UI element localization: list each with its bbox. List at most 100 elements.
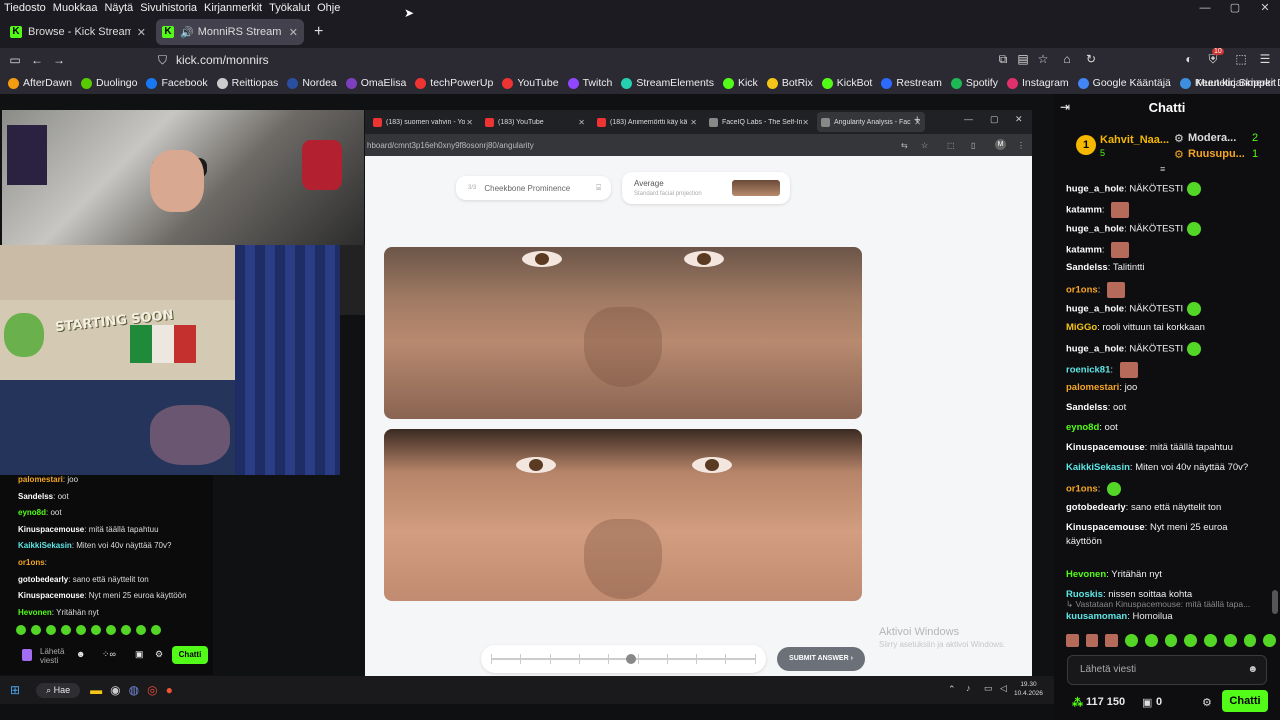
- emote-icon[interactable]: [46, 625, 56, 635]
- emoji-icon[interactable]: ☻: [1247, 656, 1258, 684]
- leader-name[interactable]: Kahvit_Naa...: [1100, 134, 1169, 146]
- bookmark-instagram[interactable]: Instagram: [1006, 77, 1069, 89]
- close-window-button[interactable]: ✕: [1250, 0, 1280, 16]
- inner-new-tab-button[interactable]: +: [914, 114, 920, 126]
- menu-item[interactable]: Sivuhistoria: [140, 2, 197, 14]
- emote-icon[interactable]: [16, 625, 26, 635]
- chat-username[interactable]: roenick81: [1066, 365, 1110, 376]
- inner-close-button[interactable]: ✕: [1015, 114, 1023, 125]
- menu-icon[interactable]: ☰: [1254, 52, 1276, 66]
- steam-icon[interactable]: ◉: [110, 683, 120, 697]
- tab-monnirs-stream[interactable]: K 🔊 MonniRS Stream - Watch Li ✕: [156, 19, 304, 45]
- chat-username[interactable]: katamm: [1066, 205, 1102, 216]
- star-bookmark-icon[interactable]: ☆: [1032, 52, 1054, 66]
- send-chat-button[interactable]: Chatti: [1222, 690, 1268, 712]
- firefox-icon[interactable]: ●: [166, 683, 173, 697]
- chat-username[interactable]: Sandelss: [1066, 402, 1108, 413]
- bookmark-streamelements[interactable]: StreamElements: [621, 77, 714, 89]
- overlay-send-button[interactable]: Chatti: [172, 646, 208, 664]
- back-button[interactable]: ←: [26, 53, 48, 67]
- chat-settings-icon[interactable]: ⚙: [1202, 696, 1212, 709]
- bookmark-youtube[interactable]: YouTube: [502, 77, 559, 89]
- inner-star-icon[interactable]: ☆: [921, 141, 928, 150]
- expand-leaderboard-icon[interactable]: ≡: [1160, 164, 1165, 174]
- menu-item[interactable]: Näytä: [104, 2, 133, 14]
- discord-icon[interactable]: ◍: [129, 683, 139, 697]
- gift-icon[interactable]: ▣: [1142, 696, 1152, 709]
- tray-chevron-icon[interactable]: ⌃: [948, 684, 956, 695]
- bookmark-duolingo[interactable]: Duolingo: [81, 77, 137, 89]
- windows-start-icon[interactable]: ⊞: [10, 683, 20, 697]
- inner-tab[interactable]: (183) YouTube ✕: [481, 112, 589, 132]
- chat-username[interactable]: kuusamoman: [1066, 611, 1127, 622]
- chat-username[interactable]: eyno8d: [1066, 422, 1099, 433]
- bookmark-afterdawn[interactable]: AfterDawn: [8, 77, 72, 89]
- tray-volume-icon[interactable]: ◁: [1000, 683, 1007, 694]
- bookmark-omaelisa[interactable]: OmaElisa: [345, 77, 406, 89]
- chat-username[interactable]: gotobedearly: [1066, 502, 1126, 513]
- book-icon[interactable]: ⌸: [596, 183, 601, 193]
- tray-network-icon[interactable]: ▭: [984, 683, 993, 694]
- points-icon[interactable]: ⁘∞: [102, 649, 116, 660]
- close-tab-icon[interactable]: ✕: [578, 118, 585, 127]
- emote-picker-icon[interactable]: [1204, 634, 1217, 647]
- emote-icon[interactable]: [136, 625, 146, 635]
- inner-tab[interactable]: Angularity Analysis - Fac ✕: [817, 112, 925, 132]
- translate-icon[interactable]: ⇆: [901, 141, 908, 150]
- answer-slider[interactable]: [481, 645, 766, 673]
- close-tab-icon[interactable]: ✕: [137, 26, 146, 39]
- reload-icon[interactable]: ↻: [1080, 52, 1102, 66]
- bookmark-spotify[interactable]: Spotify: [950, 77, 998, 89]
- chat-username[interactable]: huge_a_hole: [1066, 344, 1124, 355]
- address-bar[interactable]: ⛉ kick.com/monnirs: [152, 51, 1052, 69]
- extension-icon[interactable]: ◐: [1178, 52, 1200, 66]
- emote-picker-icon[interactable]: [1085, 634, 1099, 647]
- bookmark-kick[interactable]: Kick: [722, 77, 758, 89]
- inner-tab[interactable]: (183) suomen vahvin - Yo ✕: [369, 112, 477, 132]
- emote-picker-icon[interactable]: [1243, 634, 1257, 647]
- inner-sidepanel-icon[interactable]: ▯: [971, 141, 975, 150]
- chat-username[interactable]: katamm: [1066, 245, 1102, 256]
- points-value[interactable]: 117 150: [1086, 696, 1125, 708]
- inner-minimize-button[interactable]: —: [964, 114, 973, 124]
- extensions-puzzle-icon[interactable]: ⬚: [1230, 52, 1252, 66]
- bookmark-twitch[interactable]: Twitch: [567, 77, 612, 89]
- chat-username[interactable]: huge_a_hole: [1066, 224, 1124, 235]
- emote-picker-icon[interactable]: [1105, 634, 1119, 647]
- menu-item[interactable]: Työkalut: [269, 2, 310, 14]
- mic-icon[interactable]: [22, 649, 32, 661]
- close-tab-icon[interactable]: ✕: [466, 118, 473, 127]
- bookmark-google-k-nt-j-[interactable]: Google Kääntäjä: [1077, 77, 1171, 89]
- inner-extension-icon[interactable]: ⬚: [947, 141, 955, 150]
- settings-icon[interactable]: ⚙: [155, 649, 163, 660]
- emote-picker-icon[interactable]: [1184, 634, 1198, 647]
- menu-item[interactable]: Muokkaa: [53, 2, 98, 14]
- bookmark-nordea[interactable]: Nordea: [287, 77, 337, 89]
- sidebar-toggle-icon[interactable]: ▭: [4, 53, 26, 67]
- inner-tab[interactable]: (183) Animemörtti käy kä ✕: [593, 112, 701, 132]
- menu-item[interactable]: Ohje: [317, 2, 340, 14]
- leader-name[interactable]: Modera...: [1188, 132, 1236, 144]
- emote-icon[interactable]: [121, 625, 131, 635]
- new-tab-button[interactable]: +: [314, 23, 323, 41]
- emote-picker-icon[interactable]: [1144, 634, 1158, 647]
- emote-picker-icon[interactable]: [1263, 634, 1277, 647]
- chat-username[interactable]: or1ons: [1066, 285, 1098, 296]
- close-tab-icon[interactable]: ✕: [802, 118, 809, 127]
- overlay-chat-input[interactable]: Lähetä viesti: [40, 647, 70, 665]
- emote-picker-icon[interactable]: [1066, 634, 1079, 647]
- home-icon[interactable]: ⌂: [1056, 52, 1078, 66]
- reader-icon[interactable]: ▤: [1012, 52, 1034, 66]
- chat-username[interactable]: or1ons: [1066, 484, 1098, 495]
- chat-username[interactable]: palomestari: [1066, 382, 1119, 393]
- bookmark-techpowerup[interactable]: techPowerUp: [415, 77, 493, 89]
- other-bookmarks[interactable]: Muut kirjanmerkit: [1196, 77, 1276, 89]
- emote-icon[interactable]: [31, 625, 41, 635]
- bookmark-restream[interactable]: Restream: [881, 77, 942, 89]
- face-comparison-bottom[interactable]: [384, 429, 862, 601]
- close-tab-icon[interactable]: ✕: [289, 26, 298, 39]
- minimize-window-button[interactable]: —: [1190, 0, 1220, 16]
- clock[interactable]: 19.30 10.4.2026: [1014, 680, 1043, 698]
- leader-name[interactable]: Ruusupu...: [1188, 148, 1245, 160]
- screenshot-icon[interactable]: ⧉: [992, 52, 1014, 67]
